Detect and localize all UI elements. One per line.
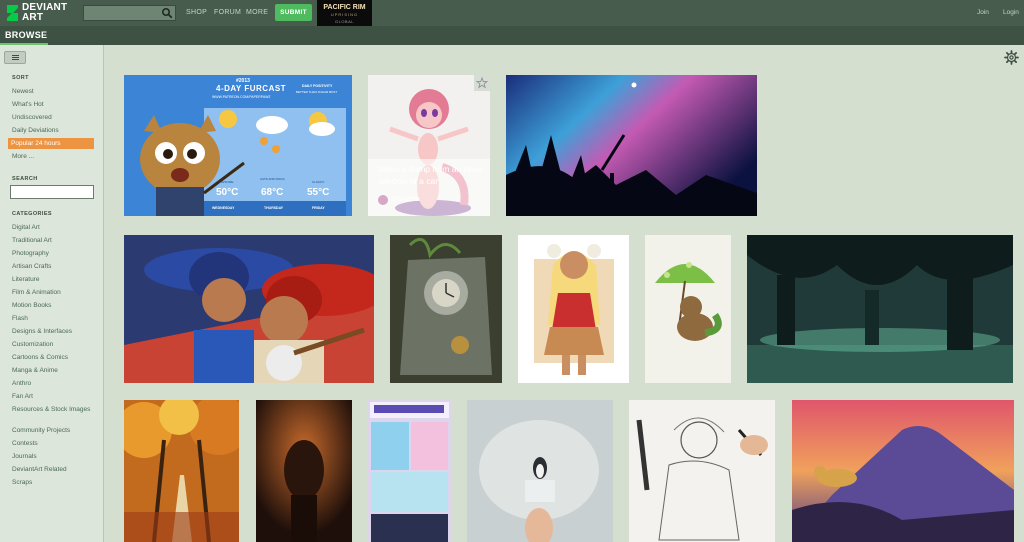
top-navigation-bar: DEVIANT ART SHOP FORUM MORE SUBMIT PACIF… [0, 0, 1024, 31]
furcast-day-2: THURSDAY [264, 206, 284, 210]
deviation-thumb-furcast[interactable]: #2013 4-DAY FURCAST WWW.PATREON.COM/PAPE… [124, 75, 352, 216]
deviation-thumb-leopard-volcano[interactable] [792, 400, 1014, 542]
category-deviantart-related[interactable]: DeviantArt Related [12, 466, 67, 473]
banner-subtitle: UPRISING [330, 12, 359, 17]
search-icon[interactable] [161, 7, 173, 19]
logo-text-art: ART [22, 12, 44, 23]
deviation-thumb-creature-umbrella[interactable] [645, 235, 731, 383]
category-literature[interactable]: Literature [12, 276, 39, 283]
hover-card-author[interactable]: chinjesta [392, 196, 420, 203]
banner-title: PACIFIC RIM [323, 4, 366, 11]
category-customization[interactable]: Customization [12, 341, 53, 348]
menu-icon-line [12, 57, 19, 58]
deviation-thumb-autumn-alley[interactable] [124, 400, 239, 542]
categories-heading: CATEGORIES [12, 211, 52, 217]
deviation-thumb-pencil-sketch[interactable] [629, 400, 775, 542]
furcast-temp-3: 55°C [307, 187, 330, 198]
furcast-cond-2: CATS AND DOGS [260, 177, 285, 181]
furcast-temp-1: 50°C [216, 187, 239, 198]
category-designs-interfaces[interactable]: Designs & Interfaces [12, 328, 72, 335]
nav-shop-link[interactable]: SHOP [186, 9, 207, 16]
deviation-thumb-night-sky[interactable] [506, 75, 757, 216]
sort-undiscovered[interactable]: Undiscovered [12, 114, 52, 121]
deviation-thumb-anthro-character[interactable]: takes a dump from an open window of a ca… [368, 75, 490, 216]
deviation-thumb-tiny-penguin[interactable] [467, 400, 613, 542]
sidebar-search-input[interactable] [10, 185, 94, 199]
furcast-day-1: WEDNESDAY [212, 206, 235, 210]
search-input[interactable] [83, 5, 176, 21]
deviation-thumb-alien-city[interactable] [747, 235, 1013, 383]
sort-whats-hot[interactable]: What's Hot [12, 101, 44, 108]
category-journals[interactable]: Journals [12, 453, 37, 460]
browse-tab[interactable]: BROWSE [5, 30, 47, 40]
furcast-cond-3: CLOUDY [312, 180, 325, 184]
furcast-url: WWW.PATREON.COM/PAPERPAWZ [212, 95, 271, 99]
furcast-cond-1: PAWSOME [218, 180, 234, 184]
favourite-star-icon[interactable] [474, 75, 490, 91]
submit-button[interactable]: SUBMIT [275, 4, 312, 21]
category-community-projects[interactable]: Community Projects [12, 427, 70, 434]
deviation-thumb-dark-figure[interactable] [256, 400, 352, 542]
browse-sidebar: SORT Newest What's Hot Undiscovered Dail… [0, 45, 104, 542]
deviantart-logo-icon [7, 5, 18, 21]
join-link[interactable]: Join [977, 9, 989, 16]
sort-newest[interactable]: Newest [12, 88, 34, 95]
deviation-thumb-comic-page[interactable] [368, 400, 451, 542]
category-motion-books[interactable]: Motion Books [12, 302, 51, 309]
sort-more[interactable]: More ... [12, 153, 34, 160]
login-link[interactable]: Login [1003, 9, 1019, 16]
menu-icon-line [12, 59, 19, 60]
category-fan-art[interactable]: Fan Art [12, 393, 33, 400]
category-film-animation[interactable]: Film & Animation [12, 289, 61, 296]
sort-heading: SORT [12, 75, 29, 81]
furcast-note-2: BETTER THAN SUGAR BUST [296, 90, 338, 94]
category-cartoons-comics[interactable]: Cartoons & Comics [12, 354, 68, 361]
category-digital-art[interactable]: Digital Art [12, 224, 40, 231]
menu-icon [12, 55, 19, 56]
search-heading: SEARCH [12, 176, 38, 182]
category-contests[interactable]: Contests [12, 440, 38, 447]
hover-card-caption: takes a dump from an open window of a ca… [379, 164, 483, 186]
banner-global: GLOBAL [334, 19, 354, 24]
category-scraps[interactable]: Scraps [12, 479, 32, 486]
pacific-rim-contest-banner[interactable]: PACIFIC RIM UPRISING GLOBAL JAEGER CONTE… [317, 0, 372, 31]
sidebar-toggle-button[interactable] [4, 51, 26, 64]
category-manga-anime[interactable]: Manga & Anime [12, 367, 58, 374]
category-artisan-crafts[interactable]: Artisan Crafts [12, 263, 51, 270]
furcast-title: 4-DAY FURCAST [216, 84, 287, 93]
nav-more-link[interactable]: MORE [246, 9, 268, 16]
deviation-thumb-mariachi-boys[interactable] [124, 235, 374, 383]
sort-popular-24-hours[interactable]: Popular 24 hours [8, 138, 94, 149]
gear-icon[interactable] [1004, 50, 1019, 65]
category-anthro[interactable]: Anthro [12, 380, 31, 387]
nav-forum-link[interactable]: FORUM [214, 9, 241, 16]
furcast-note-1: DAILY POSITIVITY [302, 84, 333, 88]
sort-daily-deviations[interactable]: Daily Deviations [12, 127, 59, 134]
browse-bar: BROWSE [0, 26, 1024, 45]
category-traditional-art[interactable]: Traditional Art [12, 237, 52, 244]
category-flash[interactable]: Flash [12, 315, 28, 322]
deviantart-logo[interactable]: DEVIANT ART [6, 3, 72, 23]
deviation-thumb-gingerbread-girl[interactable] [518, 235, 629, 383]
furcast-temp-2: 68°C [261, 187, 284, 198]
category-resources-stock-images[interactable]: Resources & Stock Images [12, 406, 92, 414]
deviation-thumb-clockwork-book[interactable] [390, 235, 502, 383]
furcast-day-3: FRIDAY [312, 206, 325, 210]
category-photography[interactable]: Photography [12, 250, 49, 257]
